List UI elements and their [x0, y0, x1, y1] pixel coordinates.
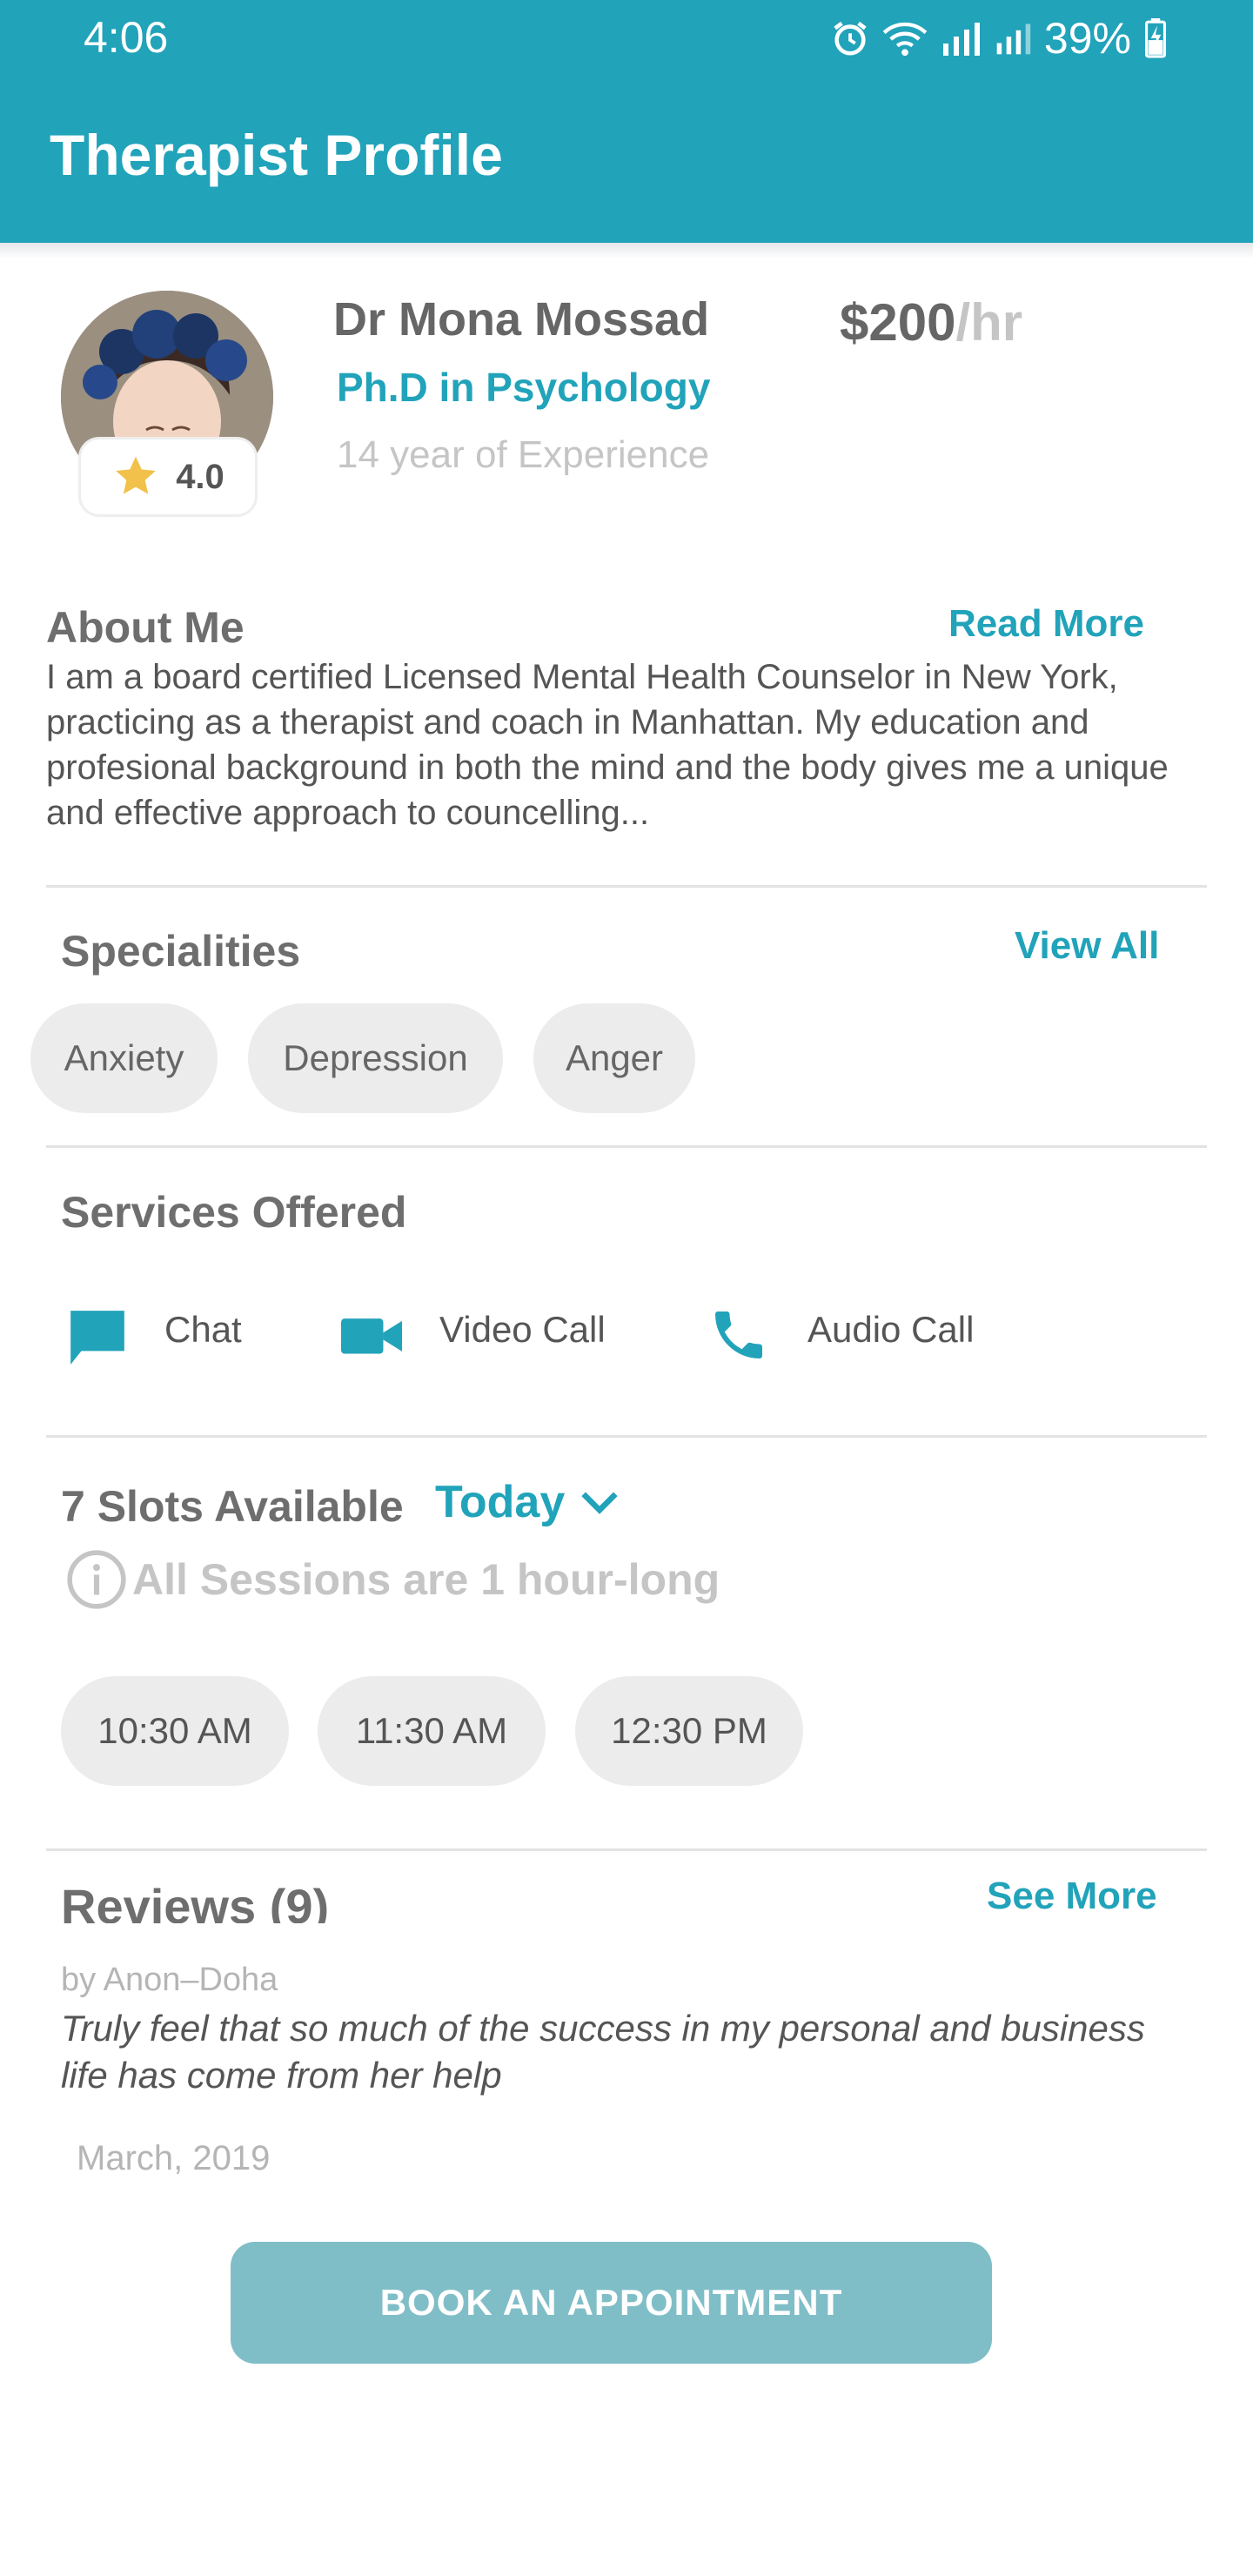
- about-text: I am a board certified Licensed Mental H…: [46, 658, 1169, 832]
- phone-icon[interactable]: [707, 1304, 770, 1366]
- time-slot-1[interactable]: 10:30 AM: [61, 1676, 289, 1786]
- battery-charging-icon: [1144, 18, 1167, 58]
- day-selector-value: Today: [435, 1477, 566, 1527]
- page-title: Therapist Profile: [50, 123, 503, 187]
- speciality-chip-depression[interactable]: Depression: [248, 1003, 503, 1113]
- speciality-chip-anger[interactable]: Anger: [533, 1003, 695, 1113]
- status-time: 4:06: [84, 13, 169, 62]
- divider: [46, 1435, 1207, 1438]
- rating-badge: 4.0: [78, 437, 258, 517]
- video-camera-icon[interactable]: [341, 1312, 402, 1358]
- view-all-link[interactable]: View All: [1015, 924, 1159, 968]
- services-title: Services Offered: [61, 1188, 407, 1237]
- service-audio-call-label[interactable]: Audio Call: [807, 1309, 974, 1351]
- therapist-experience: 14 year of Experience: [337, 433, 710, 476]
- reviews-title: Reviews (9): [61, 1879, 330, 1923]
- status-icons: 39%: [830, 12, 1168, 64]
- divider: [46, 1848, 1207, 1851]
- alarm-icon: [834, 21, 867, 56]
- price: $200/hr: [840, 292, 1022, 352]
- chat-icon[interactable]: [64, 1305, 131, 1370]
- session-info-text: All Sessions are 1 hour-long: [132, 1555, 720, 1604]
- rating-value: 4.0: [176, 457, 224, 496]
- therapist-degree: Ph.D in Psychology: [337, 365, 711, 410]
- signal-icon-2: [996, 23, 1031, 55]
- star-icon: [116, 456, 157, 494]
- review-text: Truly feel that so much of the success i…: [61, 2008, 1145, 2096]
- read-more-link[interactable]: Read More: [948, 602, 1144, 646]
- service-video-call-label[interactable]: Video Call: [439, 1309, 606, 1351]
- specialities-title: Specialities: [61, 927, 301, 976]
- review-author: by Anon–Doha: [61, 1962, 278, 1998]
- signal-icon: [942, 23, 980, 56]
- day-selector[interactable]: Today: [435, 1476, 619, 1528]
- about-title: About Me: [46, 603, 245, 652]
- info-icon: [67, 1550, 126, 1609]
- session-info: All Sessions are 1 hour-long: [64, 1547, 720, 1612]
- battery-percent: 39%: [1043, 14, 1131, 63]
- review-date: March, 2019: [77, 2139, 271, 2177]
- wifi-icon: [882, 22, 928, 57]
- price-amount: $200: [840, 293, 956, 352]
- divider: [46, 885, 1207, 888]
- time-slot-2[interactable]: 11:30 AM: [318, 1676, 546, 1786]
- book-appointment-button[interactable]: BOOK AN APPOINTMENT: [231, 2242, 992, 2364]
- chevron-down-icon: [581, 1492, 618, 1514]
- price-unit: /hr: [955, 293, 1023, 352]
- slots-title: 7 Slots Available: [61, 1482, 404, 1531]
- see-more-link[interactable]: See More: [987, 1875, 1157, 1918]
- therapist-name: Dr Mona Mossad: [333, 293, 710, 345]
- speciality-chip-anxiety[interactable]: Anxiety: [30, 1003, 218, 1113]
- divider: [46, 1145, 1207, 1148]
- service-chat-label[interactable]: Chat: [164, 1309, 242, 1351]
- header-shadow: [0, 243, 1253, 258]
- time-slot-3[interactable]: 12:30 PM: [575, 1676, 803, 1786]
